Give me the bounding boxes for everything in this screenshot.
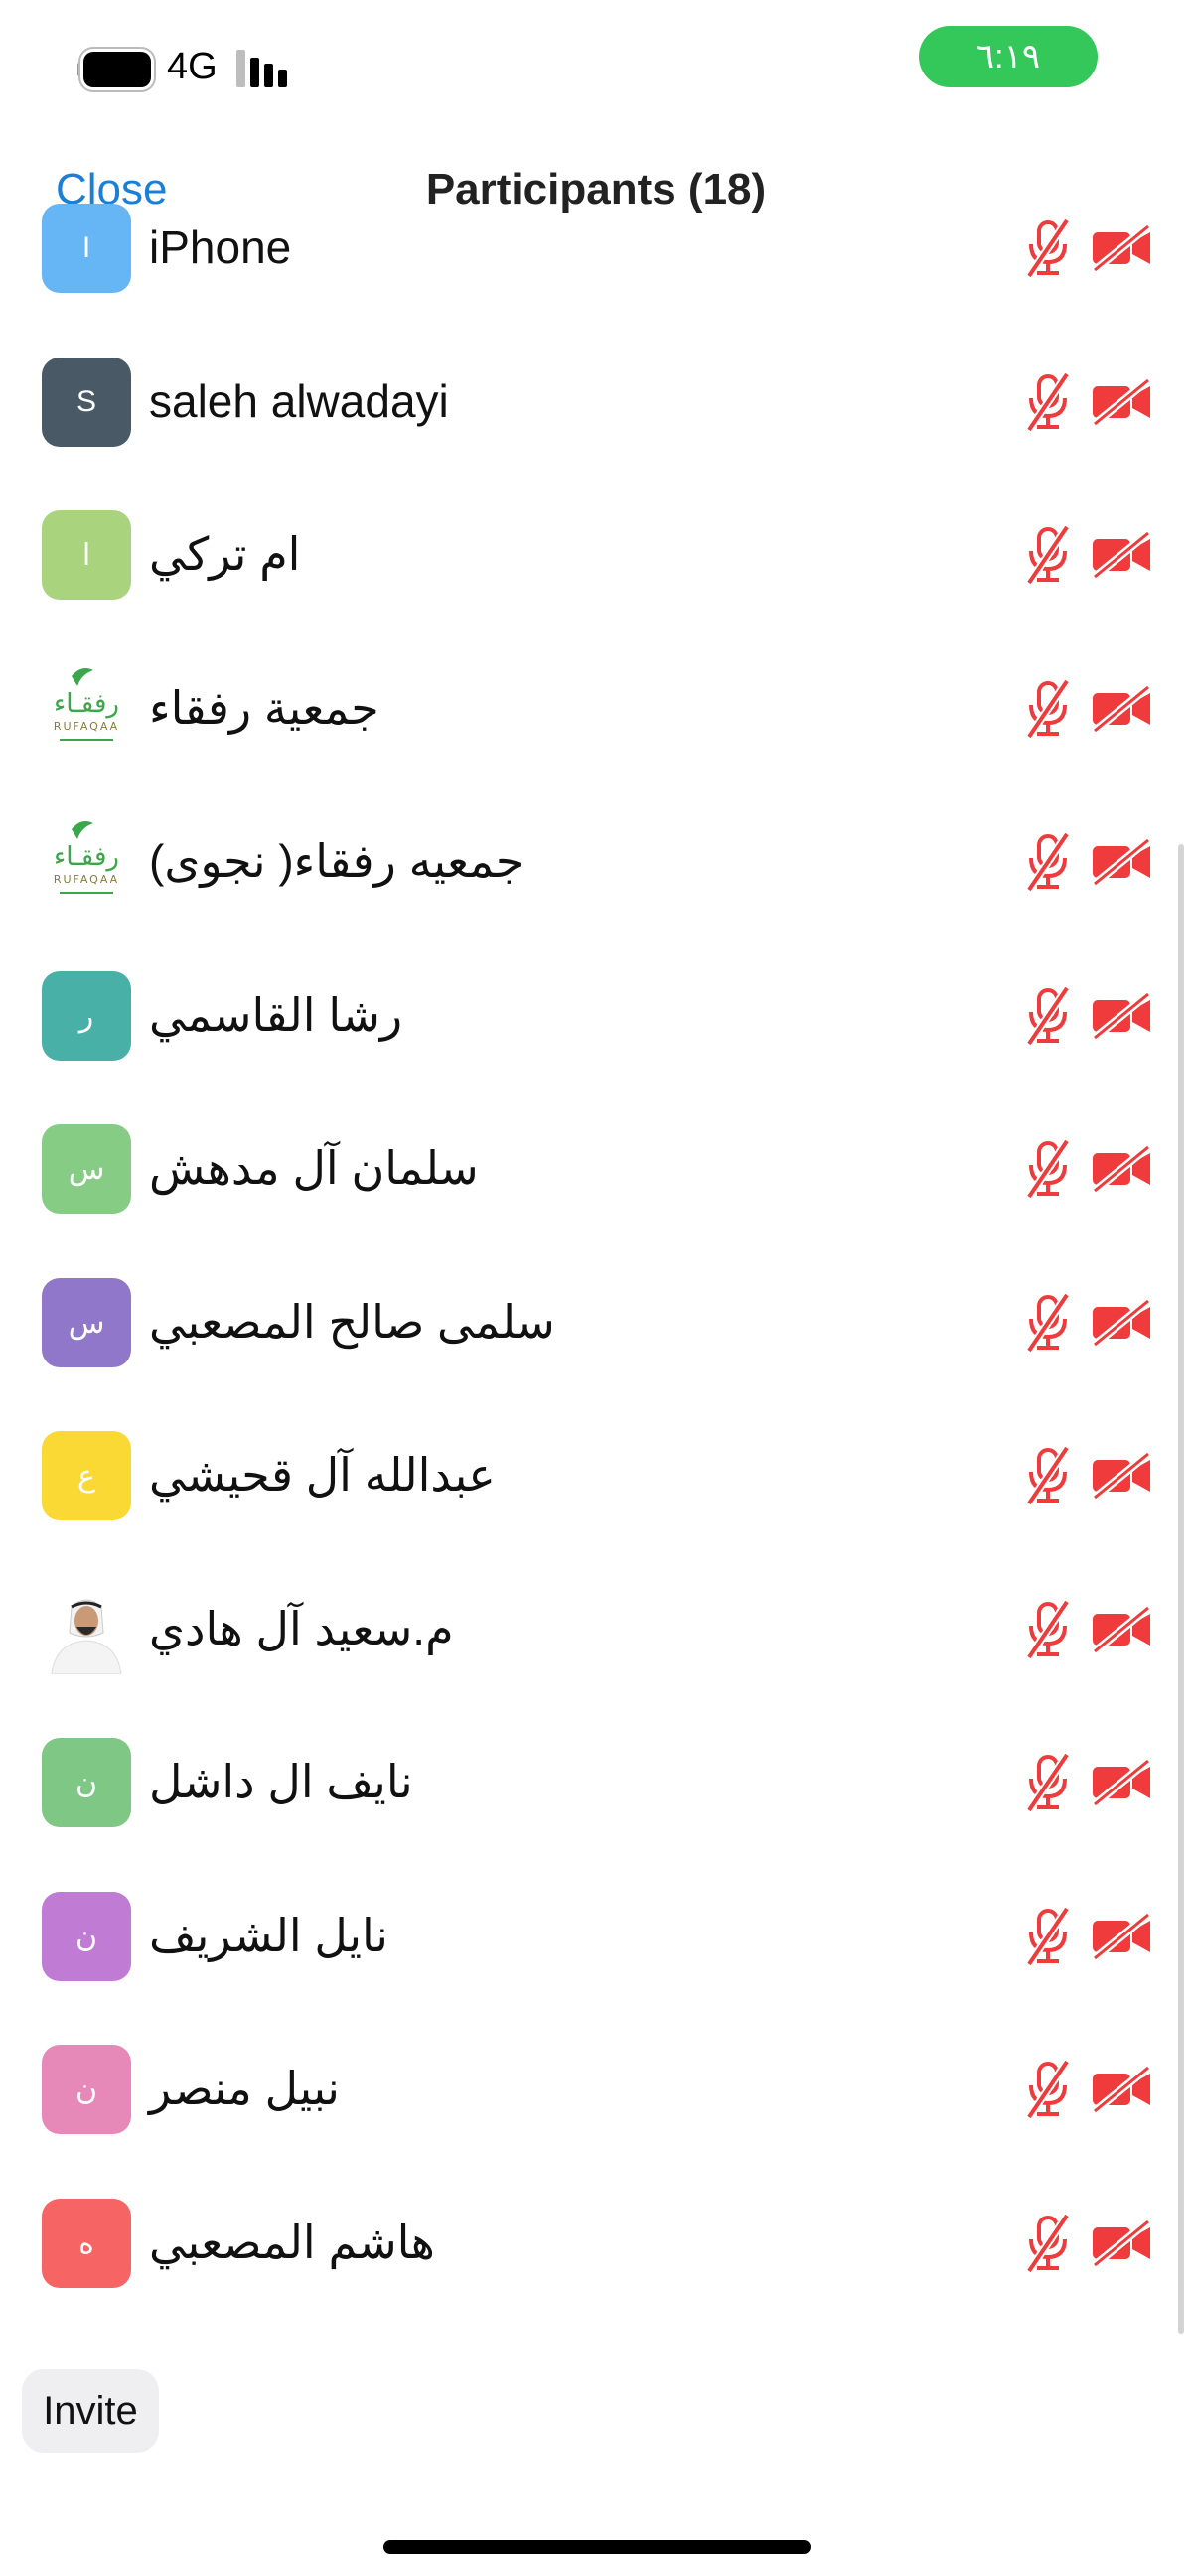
participant-name: رشا القاسمي bbox=[149, 989, 403, 1041]
mic-muted-icon bbox=[1023, 678, 1073, 740]
avatar: ا bbox=[42, 510, 131, 600]
video-off-icon bbox=[1091, 836, 1152, 888]
avatar: س bbox=[42, 1124, 131, 1214]
battery-icon bbox=[77, 52, 157, 87]
participant-name: سلمى صالح المصعبي bbox=[149, 1296, 555, 1348]
participant-row[interactable]: ع عبدالله آل قحيشي bbox=[0, 1426, 1192, 1579]
video-off-icon bbox=[1091, 1757, 1152, 1808]
mic-muted-icon bbox=[1023, 524, 1073, 586]
avatar: ن bbox=[42, 1892, 131, 1981]
participant-row[interactable]: ن نايف ال داشل bbox=[0, 1733, 1192, 1886]
participant-row[interactable]: IiPhone bbox=[0, 199, 1192, 352]
participant-name: هاشم المصعبي bbox=[149, 2217, 435, 2268]
video-off-icon bbox=[1091, 529, 1152, 581]
participant-name: نبيل منصر bbox=[149, 2063, 340, 2114]
participant-name: نايل الشريف bbox=[149, 1910, 388, 1961]
participant-name: عبدالله آل قحيشي bbox=[149, 1449, 496, 1501]
participant-row[interactable]: س سلمى صالح المصعبي bbox=[0, 1273, 1192, 1426]
avatar: ر bbox=[42, 971, 131, 1061]
mic-muted-icon bbox=[1023, 1445, 1073, 1506]
participant-row[interactable]: م.سعيد آل هادي bbox=[0, 1580, 1192, 1733]
avatar: ن bbox=[42, 2045, 131, 2134]
participant-name: ام تركي bbox=[149, 528, 301, 580]
participant-row[interactable]: رفقـاء RUFAQAA جمعية رفقاء bbox=[0, 659, 1192, 812]
svg-text:RUFAQAA: RUFAQAA bbox=[54, 720, 119, 733]
avatar: S bbox=[42, 358, 131, 447]
mic-muted-icon bbox=[1023, 1752, 1073, 1813]
mic-muted-icon bbox=[1023, 2213, 1073, 2274]
avatar: س bbox=[42, 1278, 131, 1367]
invite-button[interactable]: Invite bbox=[22, 2369, 159, 2453]
avatar: ه bbox=[42, 2199, 131, 2288]
participant-row[interactable]: Ssaleh alwadayi bbox=[0, 353, 1192, 505]
participant-name: جمعية رفقاء bbox=[149, 682, 379, 734]
participant-row[interactable]: ن نبيل منصر bbox=[0, 2040, 1192, 2193]
participant-name: iPhone bbox=[149, 221, 292, 273]
mic-muted-icon bbox=[1023, 1906, 1073, 1967]
participant-name: م.سعيد آل هادي bbox=[149, 1603, 454, 1654]
video-off-icon bbox=[1091, 683, 1152, 735]
avatar: ن bbox=[42, 1738, 131, 1827]
video-off-icon bbox=[1091, 1604, 1152, 1655]
home-indicator bbox=[383, 2540, 811, 2554]
video-off-icon bbox=[1091, 1143, 1152, 1195]
mic-muted-icon bbox=[1023, 831, 1073, 893]
signal-strength-icon bbox=[236, 50, 296, 87]
video-off-icon bbox=[1091, 990, 1152, 1042]
participant-name: جمعيه رفقاء( نجوى) bbox=[149, 835, 524, 887]
network-type: 4G bbox=[167, 46, 218, 87]
mic-muted-icon bbox=[1023, 1138, 1073, 1200]
svg-text:رفقـاء: رفقـاء bbox=[54, 689, 119, 719]
video-off-icon bbox=[1091, 222, 1152, 274]
participant-row[interactable]: ر رشا القاسمي bbox=[0, 966, 1192, 1119]
participant-row[interactable]: ن نايل الشريف bbox=[0, 1887, 1192, 2040]
svg-text:رفقـاء: رفقـاء bbox=[54, 842, 119, 872]
participant-row[interactable]: س سلمان آل مدهش bbox=[0, 1119, 1192, 1272]
mic-muted-icon bbox=[1023, 985, 1073, 1047]
avatar: I bbox=[42, 204, 131, 293]
participant-name: سلمان آل مدهش bbox=[149, 1142, 479, 1194]
video-off-icon bbox=[1091, 2218, 1152, 2269]
avatar: ع bbox=[42, 1431, 131, 1520]
participant-name: نايف ال داشل bbox=[149, 1756, 413, 1807]
video-off-icon bbox=[1091, 1297, 1152, 1349]
participant-row[interactable]: ا ام تركي bbox=[0, 505, 1192, 658]
mic-muted-icon bbox=[1023, 371, 1073, 433]
video-off-icon bbox=[1091, 1450, 1152, 1502]
rufaqaa-logo-icon: رفقـاء RUFAQAA bbox=[42, 664, 131, 754]
svg-text:RUFAQAA: RUFAQAA bbox=[54, 873, 119, 886]
participant-name: saleh alwadayi bbox=[149, 375, 449, 427]
mic-muted-icon bbox=[1023, 217, 1073, 279]
rufaqaa-logo-icon: رفقـاء RUFAQAA bbox=[42, 817, 131, 907]
status-time: ٦:١٩ bbox=[919, 26, 1098, 87]
mic-muted-icon bbox=[1023, 2059, 1073, 2120]
participant-row[interactable]: رفقـاء RUFAQAA جمعيه رفقاء( نجوى) bbox=[0, 812, 1192, 965]
video-off-icon bbox=[1091, 376, 1152, 428]
scrollbar[interactable] bbox=[1178, 844, 1184, 2334]
mic-muted-icon bbox=[1023, 1599, 1073, 1660]
video-off-icon bbox=[1091, 2064, 1152, 2115]
participant-row[interactable]: ه هاشم المصعبي bbox=[0, 2194, 1192, 2347]
mic-muted-icon bbox=[1023, 1292, 1073, 1354]
status-bar: 4G ٦:١٩ bbox=[0, 0, 1192, 129]
video-off-icon bbox=[1091, 1911, 1152, 1962]
avatar-photo bbox=[42, 1585, 131, 1674]
